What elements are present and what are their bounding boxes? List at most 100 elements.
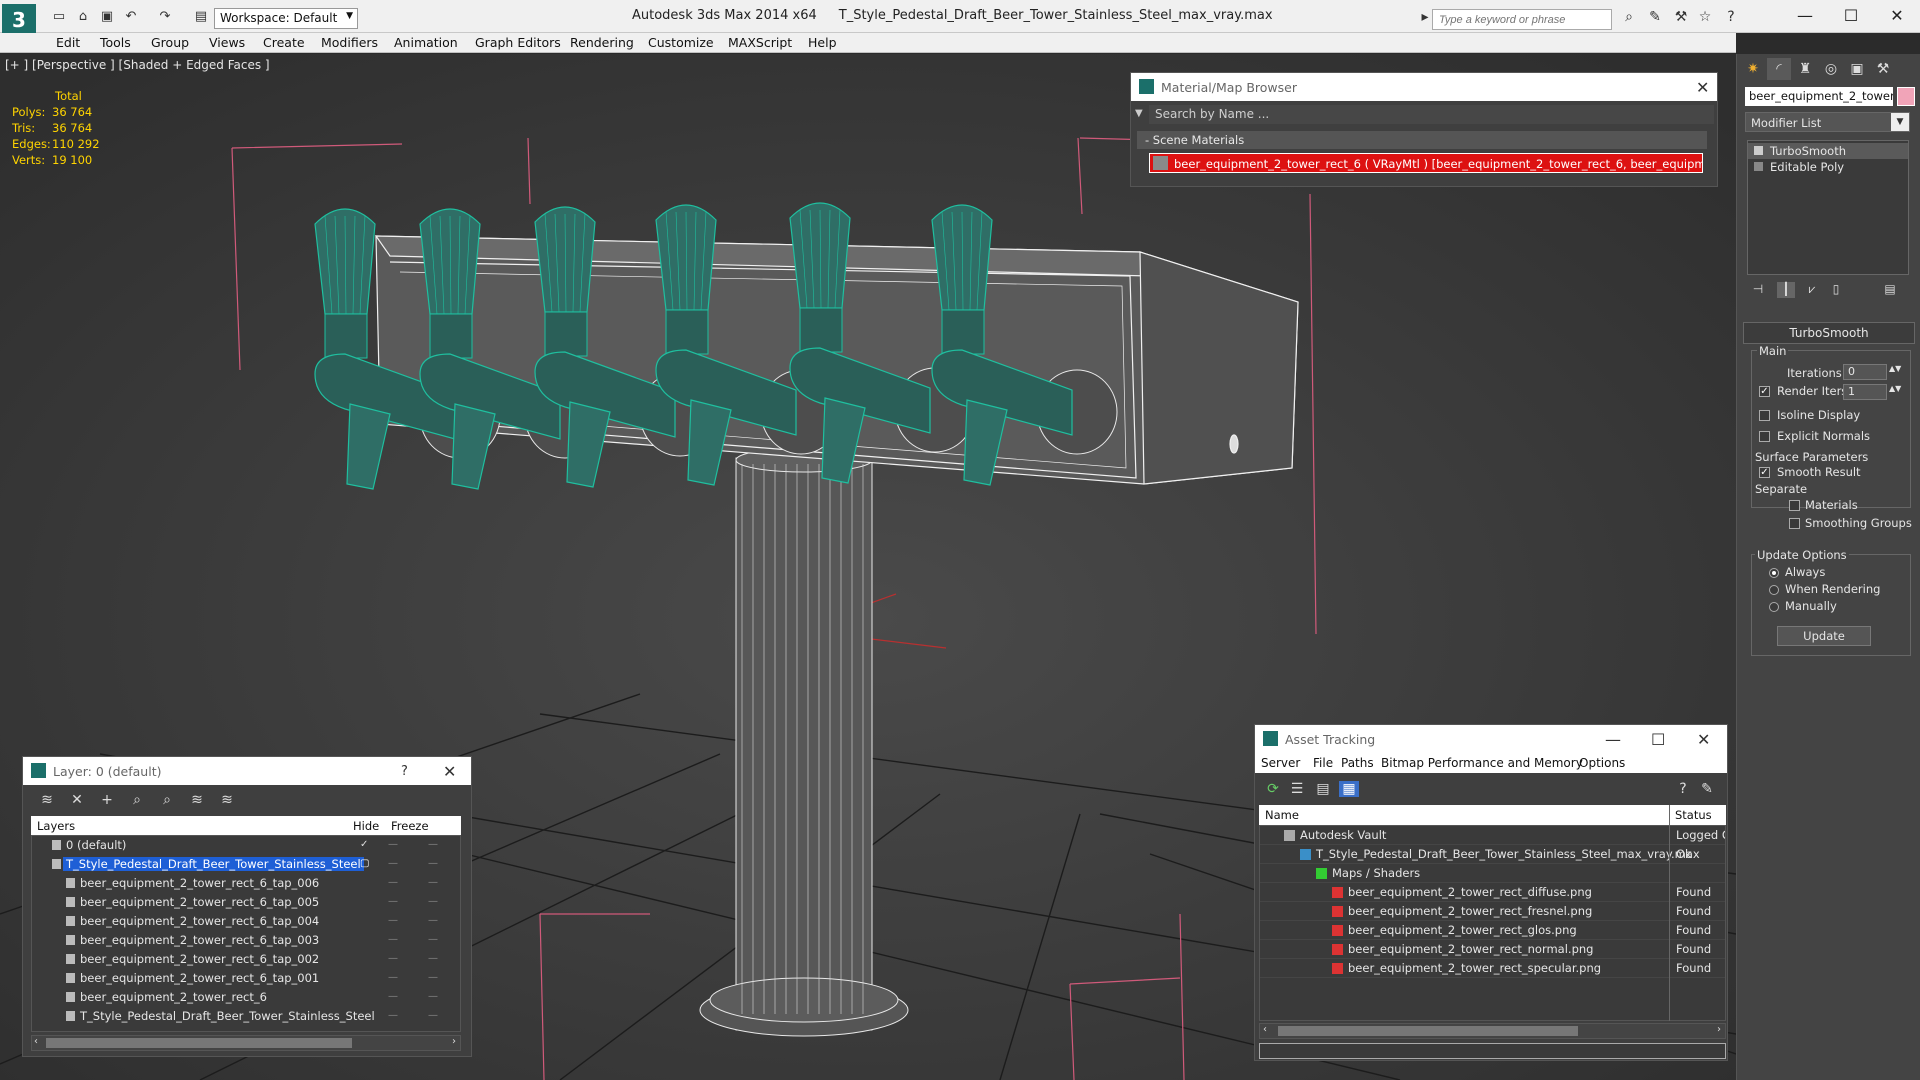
layer-row[interactable]: beer_equipment_2_tower_rect_6_tap_004— — (32, 912, 460, 931)
asset-menu-options[interactable]: Options (1579, 756, 1625, 770)
help-icon[interactable]: ? (1720, 9, 1742, 27)
render-iters-spinner[interactable]: 1 (1843, 384, 1887, 400)
render-iters-checkbox[interactable]: ✓ (1759, 386, 1770, 397)
close-icon[interactable]: ✕ (1696, 78, 1709, 97)
material-browser-titlebar[interactable]: Material/Map Browser ✕ (1131, 73, 1717, 101)
freeze-toggle[interactable]: — (428, 839, 438, 850)
iterations-spinner[interactable]: 0 (1843, 364, 1887, 380)
update-when-rendering-radio[interactable] (1769, 585, 1779, 595)
column-hide[interactable]: Hide (353, 819, 379, 833)
close-window-button[interactable]: ✕ (1874, 4, 1920, 28)
material-search-input[interactable]: Search by Name ... (1149, 105, 1714, 124)
settings-icon[interactable]: ✎ (1697, 781, 1717, 797)
asset-horizontal-scrollbar[interactable]: ‹ › (1259, 1023, 1726, 1039)
menu-customize[interactable]: Customize (648, 35, 714, 50)
maximize-button[interactable]: ☐ (1828, 4, 1874, 28)
select-objects-icon[interactable]: ⌕ (127, 792, 147, 808)
make-unique-icon[interactable]: ⩗ (1803, 282, 1821, 298)
explicit-normals-checkbox[interactable] (1759, 431, 1770, 442)
create-tab-icon[interactable]: ✷ (1741, 58, 1765, 80)
freeze-toggle[interactable]: — (428, 972, 438, 983)
asset-menu-paths[interactable]: Paths (1341, 756, 1374, 770)
set-current-layer-icon[interactable]: ≋ (187, 792, 207, 808)
column-status[interactable]: Status (1675, 808, 1712, 822)
hide-toggle[interactable]: — (388, 858, 398, 869)
hide-toggle[interactable]: — (388, 972, 398, 983)
hide-toggle[interactable]: — (388, 934, 398, 945)
minimize-icon[interactable]: — (1605, 730, 1621, 749)
asset-row[interactable]: Maps / Shaders (1260, 864, 1725, 883)
show-end-result-icon[interactable]: ┃ (1777, 282, 1795, 298)
menu-group[interactable]: Group (151, 35, 189, 50)
subscription-icon[interactable]: ⚒ (1670, 9, 1692, 27)
scene-materials-section[interactable]: - Scene Materials (1137, 131, 1707, 149)
menu-modifiers[interactable]: Modifiers (321, 35, 378, 50)
menu-graph-editors[interactable]: Graph Editors (475, 35, 561, 50)
hide-toggle[interactable]: — (388, 896, 398, 907)
update-manually-radio[interactable] (1769, 602, 1779, 612)
object-name-field[interactable]: beer_equipment_2_tower_re (1745, 87, 1893, 106)
remove-modifier-icon[interactable]: ▯ (1827, 282, 1845, 298)
asset-row[interactable]: beer_equipment_2_tower_rect_diffuse.png F… (1260, 883, 1725, 902)
layer-row[interactable]: beer_equipment_2_tower_rect_6_tap_006— — (32, 874, 460, 893)
open-file-icon[interactable]: ⌂ (74, 9, 92, 25)
workspace-dropdown[interactable]: Workspace: Default ▼ (214, 8, 358, 29)
modifier-list-dropdown[interactable]: Modifier List ▼ (1745, 112, 1910, 132)
hide-toggle[interactable]: — (388, 1010, 398, 1021)
asset-row[interactable]: beer_equipment_2_tower_rect_specular.png… (1260, 959, 1725, 978)
hide-toggle[interactable]: — (388, 991, 398, 1002)
spinner-arrows-icon[interactable]: ▲▼ (1889, 364, 1901, 373)
select-layer-icon[interactable]: ⌕ (157, 792, 177, 808)
project-folder-icon[interactable]: ▤ (192, 9, 210, 25)
new-file-icon[interactable]: ▭ (50, 9, 68, 25)
asset-menu-server[interactable]: Server (1261, 756, 1300, 770)
display-tab-icon[interactable]: ▣ (1845, 58, 1869, 80)
expand-icon[interactable] (1754, 162, 1763, 171)
scroll-right-icon[interactable]: › (452, 1036, 456, 1047)
binoculars-icon[interactable]: ⌕ (1618, 9, 1640, 27)
layer-row[interactable]: T_Style_Pedestal_Draft_Beer_Tower_Stainl… (32, 855, 460, 874)
help-icon[interactable]: ? (401, 764, 408, 779)
scrollbar-thumb[interactable] (1278, 1026, 1578, 1036)
maximize-icon[interactable]: ☐ (1651, 730, 1665, 749)
asset-row[interactable]: T_Style_Pedestal_Draft_Beer_Tower_Stainl… (1260, 845, 1725, 864)
material-list-item[interactable]: beer_equipment_2_tower_rect_6 ( VRayMtl … (1149, 153, 1703, 173)
bulb-icon[interactable] (1754, 146, 1763, 155)
hide-toggle[interactable]: — (388, 839, 398, 850)
menu-help[interactable]: Help (808, 35, 837, 50)
layer-row[interactable]: beer_equipment_2_tower_rect_6_tap_005— — (32, 893, 460, 912)
separate-materials-checkbox[interactable] (1789, 500, 1800, 511)
communication-center-icon[interactable]: ✎ (1644, 9, 1666, 27)
update-button[interactable]: Update (1777, 626, 1871, 646)
hide-toggle[interactable]: — (388, 877, 398, 888)
menu-create[interactable]: Create (263, 35, 305, 50)
asset-row[interactable]: beer_equipment_2_tower_rect_fresnel.png F… (1260, 902, 1725, 921)
object-color-swatch[interactable] (1897, 87, 1915, 106)
menu-tools[interactable]: Tools (100, 35, 131, 50)
modify-tab-icon[interactable]: ◜ (1767, 58, 1791, 80)
close-icon[interactable]: ✕ (443, 762, 456, 781)
redo-icon[interactable]: ↷ (156, 9, 174, 25)
current-layer-check-icon[interactable]: ✓ (360, 839, 368, 850)
configure-modifier-sets-icon[interactable]: ▤ (1881, 282, 1899, 298)
pin-stack-icon[interactable]: ⊣ (1749, 282, 1767, 298)
delete-layer-icon[interactable]: ✕ (67, 792, 87, 808)
asset-menu-file[interactable]: File (1313, 756, 1333, 770)
layer-row[interactable]: beer_equipment_2_tower_rect_6_tap_003— — (32, 931, 460, 950)
app-logo-icon[interactable]: 3 (2, 4, 36, 36)
layer-row[interactable]: beer_equipment_2_tower_rect_6_tap_001— — (32, 969, 460, 988)
scroll-left-icon[interactable]: ‹ (34, 1036, 38, 1047)
asset-path-field[interactable] (1259, 1043, 1726, 1059)
add-to-layer-icon[interactable]: + (97, 792, 117, 808)
asset-tracking-titlebar[interactable]: Asset Tracking — ☐ ✕ (1255, 725, 1727, 753)
asset-row[interactable]: beer_equipment_2_tower_rect_normal.png Fo… (1260, 940, 1725, 959)
layer-panel-titlebar[interactable]: Layer: 0 (default)? ✕ (23, 757, 471, 785)
hide-toggle[interactable]: — (388, 953, 398, 964)
separate-smoothing-groups-checkbox[interactable] (1789, 518, 1800, 529)
column-name[interactable]: Name (1265, 808, 1299, 822)
isoline-display-checkbox[interactable] (1759, 410, 1770, 421)
minimize-button[interactable]: — (1782, 4, 1828, 28)
asset-row[interactable]: beer_equipment_2_tower_rect_glos.png Foun… (1260, 921, 1725, 940)
layer-box-icon[interactable]: ▢ (360, 858, 369, 869)
save-icon[interactable]: ▣ (98, 9, 116, 25)
